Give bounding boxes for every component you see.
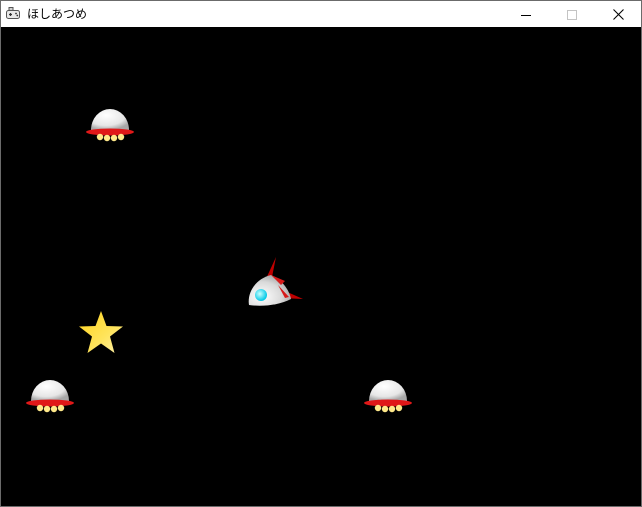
player-rocket	[245, 255, 307, 317]
title-bar[interactable]: ほしあつめ	[1, 1, 641, 27]
minimize-button[interactable]	[503, 1, 549, 27]
star-pickup	[77, 309, 125, 361]
ufo-enemy	[25, 376, 75, 418]
window-title: ほしあつめ	[27, 7, 88, 21]
maximize-button[interactable]	[549, 1, 595, 27]
close-icon	[612, 5, 624, 24]
minimize-icon	[521, 5, 531, 24]
ufo-enemy	[363, 376, 413, 418]
app-window: ほしあつめ	[0, 0, 642, 507]
ufo-enemy	[85, 105, 135, 147]
game-canvas[interactable]	[1, 27, 641, 506]
game-controller-icon	[5, 5, 21, 21]
maximize-icon	[567, 5, 577, 24]
close-button[interactable]	[595, 1, 641, 27]
